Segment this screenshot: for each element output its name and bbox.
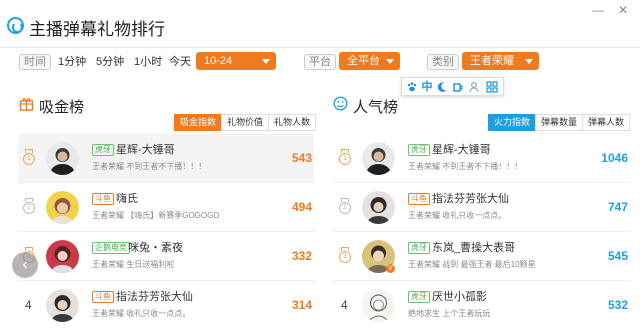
avatar[interactable] — [46, 142, 79, 175]
paw-icon[interactable] — [406, 81, 418, 93]
popularity-rank-tabs: 火力指数 弹幕数量 弹幕人数 — [488, 114, 631, 131]
gold-rank-title: 吸金榜 — [39, 99, 85, 116]
avatar[interactable] — [362, 142, 395, 175]
fire-index-value: 532 — [607, 298, 628, 312]
tab-gold-index[interactable]: 吸金指数 — [174, 114, 223, 131]
list-item[interactable]: 3 企鹅电竞 咪兔・素夜 王者荣耀 生日送福利啦 332 — [18, 232, 314, 281]
gift-icon — [19, 96, 34, 111]
platform-badge: 斗鱼 — [92, 291, 114, 303]
time-label: 时间 — [19, 54, 51, 70]
tab-danmu-count[interactable]: 弹幕数量 — [535, 114, 584, 131]
stream-title: 王者荣耀 【嗨氏】新赛季GOGOGO — [92, 211, 220, 220]
time-option-5min[interactable]: 5分钟 — [96, 55, 124, 69]
platform-badge: 企鹅电竞 — [92, 242, 130, 254]
chevron-down-icon — [386, 59, 394, 64]
gold-medal-icon: 1 — [339, 149, 351, 165]
platform-badge: 虎牙 — [408, 242, 430, 254]
vip-badge-icon: V — [386, 264, 395, 273]
list-item[interactable]: 2 斗鱼 指法芬芳张大仙 王者荣耀 收礼只收一点点。 747 — [334, 183, 630, 232]
time-option-1min[interactable]: 1分钟 — [58, 55, 86, 69]
bronze-medal-icon: 3 — [339, 247, 351, 263]
chevron-down-icon — [525, 59, 533, 64]
silver-medal-icon: 2 — [339, 198, 351, 214]
gold-rank-list: 1 虎牙 星辉-大锤哥 王者荣耀 不到王者不下播！！！ 543 2 斗鱼 嗨氏 … — [18, 134, 314, 330]
list-item[interactable]: 4 虎牙 厌世小孤影 绝地求生 上个王者玩玩 532 — [334, 281, 630, 330]
stream-title: 王者荣耀 收礼只收一点点。 — [92, 309, 191, 318]
streamer-name[interactable]: 咪兔・素夜 — [128, 241, 183, 255]
list-item[interactable]: 1 虎牙 星辉-大锤哥 王者荣耀 不到王者不下播！！！ 1046 — [334, 134, 630, 183]
popularity-icon — [333, 96, 348, 111]
stream-title: 王者荣耀 生日送福利啦 — [92, 260, 175, 269]
avatar[interactable] — [46, 289, 79, 322]
rank-number: 4 — [341, 298, 348, 312]
avatar[interactable] — [46, 191, 79, 224]
title-bar: 主播弹幕礼物排行 — ✕ — [0, 0, 640, 48]
gold-index-value: 494 — [291, 200, 312, 214]
category-select-value: 王者荣耀 — [470, 55, 514, 67]
list-item[interactable]: 2 斗鱼 嗨氏 王者荣耀 【嗨氏】新赛季GOGOGO 494 — [18, 183, 314, 232]
streamer-name[interactable]: 嗨氏 — [116, 192, 138, 206]
gold-medal-icon: 1 — [23, 149, 35, 165]
stream-title: 绝地求生 上个王者玩玩 — [408, 309, 491, 318]
cup-icon[interactable] — [452, 81, 464, 93]
gold-index-value: 314 — [291, 298, 312, 312]
fire-index-value: 545 — [607, 249, 628, 263]
platform-badge: 虎牙 — [408, 144, 430, 156]
stream-title: 王者荣耀 不到王者不下播！！！ — [408, 162, 523, 171]
fire-index-value: 747 — [607, 200, 628, 214]
tab-fire-index[interactable]: 火力指数 — [488, 114, 537, 131]
platform-select-value: 全平台 — [347, 55, 380, 67]
minimize-icon[interactable]: — — [591, 3, 605, 17]
moon-icon[interactable] — [436, 81, 448, 93]
streamer-name[interactable]: 指法芬芳张大仙 — [116, 290, 193, 304]
tab-gift-value[interactable]: 礼物价值 — [221, 114, 270, 131]
avatar[interactable] — [362, 289, 395, 322]
streamer-name[interactable]: 东岚_曹操大表哥 — [432, 241, 515, 255]
chinese-char-icon[interactable]: 中 — [421, 81, 433, 93]
time-option-today[interactable]: 今天 — [169, 55, 191, 69]
app-logo-icon — [7, 17, 24, 34]
list-item[interactable]: 4 斗鱼 指法芬芳张大仙 王者荣耀 收礼只收一点点。 314 — [18, 281, 314, 330]
tab-danmu-people[interactable]: 弹幕人数 — [582, 114, 631, 131]
avatar[interactable] — [46, 240, 79, 273]
date-select[interactable]: 10-24 — [196, 52, 276, 70]
stream-title: 王者荣耀 收礼只收一点点。 — [408, 211, 507, 220]
platform-label: 平台 — [304, 54, 336, 70]
user-icon[interactable] — [468, 81, 480, 93]
platform-badge: 虎牙 — [408, 291, 430, 303]
silver-medal-icon: 2 — [23, 198, 35, 214]
streamer-name[interactable]: 指法芬芳张大仙 — [432, 192, 509, 206]
prev-arrow-icon[interactable]: ‹ — [12, 252, 38, 278]
chevron-down-icon — [262, 59, 270, 64]
streamer-name[interactable]: 星辉-大锤哥 — [116, 143, 175, 157]
stream-title: 王者荣耀 战到 最强王者 最后10颗星 — [408, 260, 536, 269]
platform-select[interactable]: 全平台 — [339, 52, 400, 70]
grid-icon[interactable] — [486, 81, 498, 93]
rank-number: 4 — [25, 298, 32, 312]
popularity-rank-title: 人气榜 — [353, 99, 399, 116]
category-label: 类别 — [427, 54, 459, 70]
avatar[interactable] — [362, 191, 395, 224]
gold-index-value: 543 — [291, 151, 312, 165]
gold-rank-tabs: 吸金指数 礼物价值 礼物人数 — [174, 114, 317, 131]
list-item[interactable]: 1 虎牙 星辉-大锤哥 王者荣耀 不到王者不下播！！！ 543 — [18, 134, 314, 183]
category-select[interactable]: 王者荣耀 — [462, 52, 539, 70]
stream-title: 王者荣耀 不到王者不下播！！！ — [92, 162, 207, 171]
platform-badge: 斗鱼 — [92, 193, 114, 205]
gold-index-value: 332 — [291, 249, 312, 263]
close-icon[interactable]: ✕ — [616, 3, 630, 17]
date-select-value: 10-24 — [204, 55, 233, 67]
streamer-name[interactable]: 厌世小孤影 — [432, 290, 487, 304]
page-title: 主播弹幕礼物排行 — [29, 20, 165, 39]
popularity-rank-list: 1 虎牙 星辉-大锤哥 王者荣耀 不到王者不下播！！！ 1046 2 斗鱼 指法… — [334, 134, 630, 330]
platform-badge: 斗鱼 — [408, 193, 430, 205]
platform-badge: 虎牙 — [92, 144, 114, 156]
streamer-name[interactable]: 星辉-大锤哥 — [432, 143, 491, 157]
list-item[interactable]: 3 V 虎牙 东岚_曹操大表哥 王者荣耀 战到 最强王者 最后10颗星 545 — [334, 232, 630, 281]
floating-toolbar: 中 — [401, 77, 504, 96]
fire-index-value: 1046 — [601, 151, 628, 165]
tab-gift-people[interactable]: 礼物人数 — [268, 114, 317, 131]
time-option-1hour[interactable]: 1小时 — [134, 55, 162, 69]
